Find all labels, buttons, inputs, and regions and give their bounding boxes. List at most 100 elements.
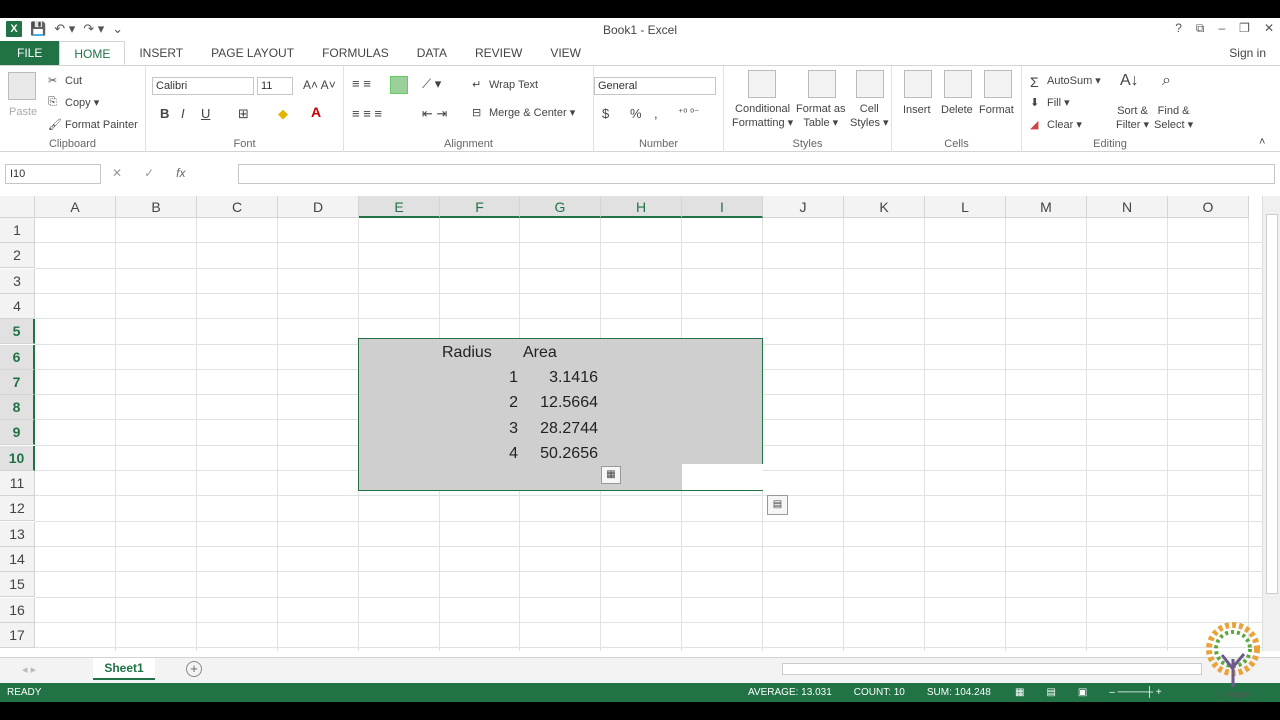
row-header-3[interactable]: 3 [0,268,35,294]
tab-insert[interactable]: INSERT [125,41,197,65]
paste-button[interactable]: Paste [9,106,37,118]
bold-button[interactable]: B [160,106,169,121]
align-bottom-icon[interactable] [390,76,408,94]
cell-F7[interactable]: 2 [440,390,518,415]
underline-button[interactable]: U [201,106,210,121]
cell-G7[interactable]: 12.5664 [520,390,598,415]
active-cell[interactable] [682,464,763,490]
row-header-16[interactable]: 16 [0,597,35,623]
close-button[interactable]: ✕ [1264,21,1274,36]
horizontal-scrollbar[interactable] [782,663,1202,675]
fill-button[interactable]: ⬇ Fill ▾ [1030,96,1070,110]
column-header-l[interactable]: L [925,196,1006,218]
format-painter-button[interactable]: 🖌 Format Painter [48,118,138,132]
indent-icon[interactable]: ⇤ ⇥ [422,106,447,122]
row-header-12[interactable]: 12 [0,496,35,522]
row-header-4[interactable]: 4 [0,293,35,319]
collapse-ribbon-icon[interactable]: ˄ [1259,136,1265,148]
row-header-7[interactable]: 7 [0,369,35,395]
page-break-view-icon[interactable]: ▣ [1078,683,1087,702]
cell-styles-button[interactable]: Cell Styles ▾ [850,102,889,130]
find-select-button[interactable]: Find & Select ▾ [1154,104,1193,132]
sign-in-link[interactable]: Sign in [1229,46,1266,60]
column-header-i[interactable]: I [682,196,763,218]
orientation-icon[interactable]: ⟋ ▾ [422,76,441,92]
add-sheet-icon[interactable]: + [186,661,202,677]
tab-home[interactable]: HOME [59,41,126,65]
formula-input[interactable] [238,164,1275,184]
autosum-button[interactable]: Σ AutoSum ▾ [1030,74,1101,90]
column-header-m[interactable]: M [1006,196,1087,218]
format-cells-button[interactable]: Format [979,104,1014,116]
column-header-n[interactable]: N [1087,196,1168,218]
sheet-tab-sheet1[interactable]: Sheet1 [93,658,155,680]
row-header-13[interactable]: 13 [0,521,35,547]
normal-view-icon[interactable]: ▦ [1015,683,1024,702]
clear-button[interactable]: ◢ Clear ▾ [1030,118,1082,132]
column-header-d[interactable]: D [278,196,359,218]
select-all-corner[interactable] [0,196,35,218]
name-box[interactable]: I10 [5,164,101,184]
row-header-11[interactable]: 11 [0,471,35,496]
ribbon-display-button[interactable]: ⧉ [1196,21,1205,36]
row-header-14[interactable]: 14 [0,546,35,572]
row-header-10[interactable]: 10 [0,445,35,471]
cell-G6[interactable]: 3.1416 [520,365,598,390]
insert-cells-button[interactable]: Insert [903,104,931,116]
cancel-icon[interactable]: ✕ [112,166,122,180]
row-header-2[interactable]: 2 [0,243,35,269]
page-layout-view-icon[interactable]: ▤ [1046,683,1055,702]
cell-F9[interactable]: 4 [440,441,518,466]
cell-F5[interactable]: Radius [442,340,492,365]
paste-icon[interactable] [8,72,36,100]
row-header-15[interactable]: 15 [0,572,35,598]
format-cells-icon[interactable] [984,70,1012,98]
number-format-select[interactable]: General [594,77,716,95]
cell-styles-icon[interactable] [856,70,884,98]
align-top-icon[interactable]: ≡ ≡ [352,76,371,91]
vertical-scroll-thumb[interactable] [1266,214,1278,594]
format-as-table-button[interactable]: Format as Table ▾ [796,102,846,130]
cell-G9[interactable]: 50.2656 [520,441,598,466]
currency-button[interactable]: $ [602,106,609,121]
column-header-g[interactable]: G [520,196,601,218]
help-button[interactable]: ? [1175,21,1182,36]
comma-button[interactable]: , [654,106,658,121]
tab-formulas[interactable]: FORMULAS [308,41,403,65]
tab-view[interactable]: VIEW [536,41,595,65]
column-header-j[interactable]: J [763,196,844,218]
worksheet-grid[interactable]: ABCDEFGHIJKLMNO 1 2 3 4 5 6 7 8 9 10 11 12 13 14 15 16 1… [0,196,1262,651]
cut-button[interactable]: ✂ Cut [48,74,82,88]
tab-file[interactable]: FILE [0,41,60,65]
row-header-6[interactable]: 6 [0,344,35,370]
sort-filter-icon[interactable]: A↓ [1120,72,1139,90]
conditional-formatting-icon[interactable] [748,70,776,98]
row-header-8[interactable]: 8 [0,395,35,421]
format-as-table-icon[interactable] [808,70,836,98]
column-header-o[interactable]: O [1168,196,1249,218]
copy-button[interactable]: ⎘ Copy ▾ [48,96,99,110]
column-header-e[interactable]: E [359,196,440,218]
borders-icon[interactable]: ⊞ [238,106,249,122]
font-name-select[interactable]: Calibri [152,77,254,95]
row-header-1[interactable]: 1 [0,218,35,243]
row-header-5[interactable]: 5 [0,319,35,345]
delete-cells-icon[interactable] [944,70,972,98]
font-size-select[interactable]: 11 [257,77,293,95]
italic-button[interactable]: I [181,106,185,121]
percent-button[interactable]: % [630,106,642,121]
grow-font-button[interactable]: A˄ A˅ [303,78,336,92]
column-header-h[interactable]: H [601,196,682,218]
fill-color-icon[interactable]: ◆ [278,106,288,122]
cell-G5[interactable]: Area [523,340,557,365]
row-header-9[interactable]: 9 [0,420,35,446]
cell-F6[interactable]: 1 [440,365,518,390]
wrap-text-button[interactable]: ↵ Wrap Text [472,78,538,92]
tab-data[interactable]: DATA [403,41,461,65]
column-header-f[interactable]: F [440,196,520,218]
conditional-formatting-button[interactable]: Conditional Formatting ▾ [732,102,793,130]
delete-cells-button[interactable]: Delete [941,104,973,116]
cell-F8[interactable]: 3 [440,416,518,441]
binoculars-icon[interactable]: ⌕ [1162,72,1171,90]
insert-cells-icon[interactable] [904,70,932,98]
